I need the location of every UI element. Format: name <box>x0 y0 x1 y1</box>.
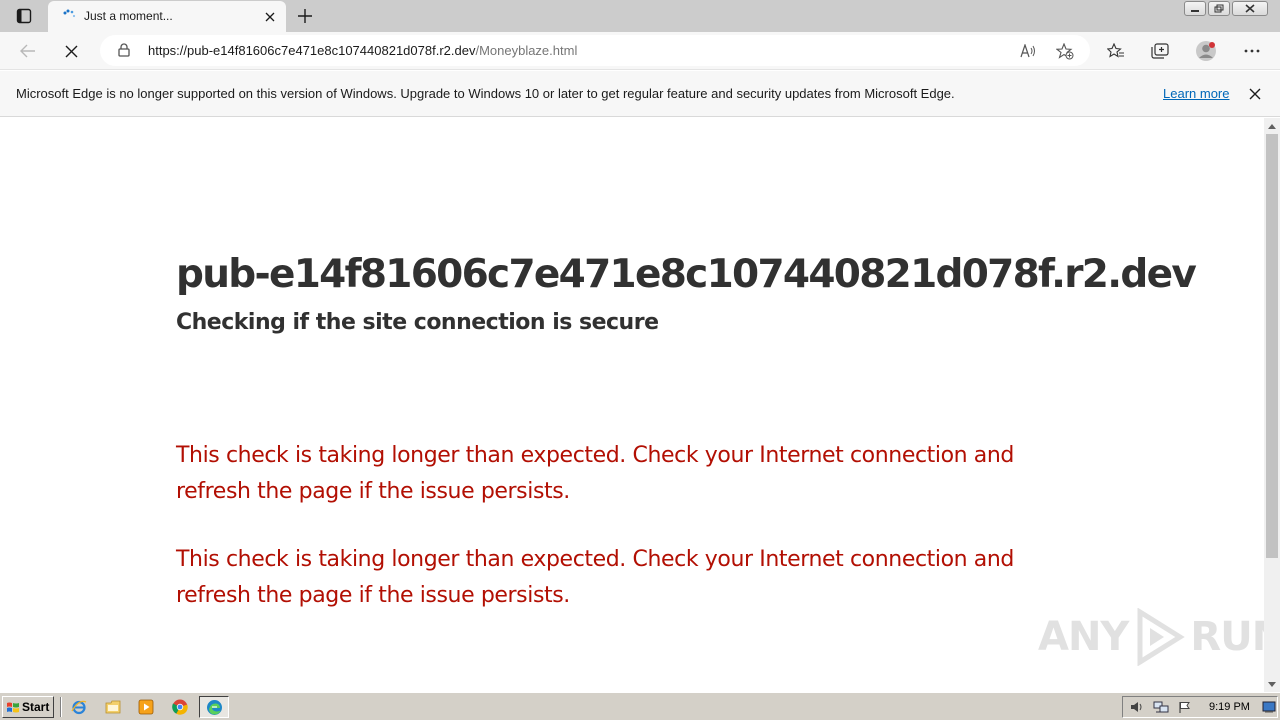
speaker-icon <box>1131 702 1142 712</box>
edge-icon <box>206 699 222 715</box>
more-dots-icon <box>1244 49 1260 53</box>
media-player-icon <box>138 699 154 715</box>
tab-strip: Just a moment... <box>0 0 1280 32</box>
tray-network[interactable] <box>1153 700 1169 714</box>
profile-button[interactable] <box>1191 37 1221 65</box>
internet-explorer-icon <box>71 700 87 715</box>
browser-toolbar: https://pub-e14f81606c7e471e8c107440821d… <box>0 32 1280 70</box>
anyrun-watermark: ANY RUN <box>1038 608 1280 666</box>
tray-volume[interactable] <box>1129 700 1145 714</box>
vertical-scrollbar[interactable] <box>1264 118 1280 692</box>
minimize-icon <box>1191 9 1199 12</box>
url-path: /Moneyblaze.html <box>475 43 578 58</box>
url-text[interactable]: https://pub-e14f81606c7e471e8c107440821d… <box>148 43 577 58</box>
window-controls <box>1184 1 1268 17</box>
window-close-button[interactable] <box>1232 1 1268 16</box>
close-icon <box>265 12 275 22</box>
taskbar-chrome[interactable] <box>169 697 191 717</box>
infobar-message: Microsoft Edge is no longer supported on… <box>16 86 955 101</box>
show-desktop-button[interactable] <box>1261 700 1277 714</box>
taskbar-edge-active[interactable] <box>199 696 229 718</box>
tab-title: Just a moment... <box>84 9 173 23</box>
scroll-up-button[interactable] <box>1264 118 1280 134</box>
network-icon <box>1153 701 1169 712</box>
watermark-text-left: ANY <box>1038 614 1129 660</box>
tab-actions-button[interactable] <box>8 4 40 28</box>
url-host: https://pub-e14f81606c7e471e8c107440821d… <box>148 43 476 58</box>
folder-icon <box>105 700 121 714</box>
scrollbar-thumb[interactable] <box>1266 134 1278 558</box>
taskbar-media-player[interactable] <box>135 697 157 717</box>
taskbar-separator <box>60 697 62 717</box>
windows-logo-icon <box>7 702 19 712</box>
settings-more-button[interactable] <box>1237 37 1267 65</box>
infobar-close-button[interactable] <box>1246 85 1264 103</box>
read-aloud-icon <box>1020 44 1035 58</box>
scroll-up-arrow-icon <box>1268 123 1276 129</box>
show-desktop-icon <box>1262 701 1276 713</box>
new-tab-button[interactable] <box>292 4 318 28</box>
close-icon <box>1249 88 1261 100</box>
minimize-button[interactable] <box>1184 1 1206 16</box>
scroll-down-button[interactable] <box>1264 676 1280 692</box>
page-subtitle: Checking if the site connection is secur… <box>176 310 659 335</box>
taskbar-clock[interactable]: 9:19 PM <box>1209 701 1250 713</box>
tab-actions-icon <box>16 8 32 24</box>
start-button[interactable]: Start <box>2 696 54 718</box>
address-bar[interactable]: https://pub-e14f81606c7e471e8c107440821d… <box>100 35 1090 66</box>
back-button[interactable] <box>13 37 43 65</box>
active-tab[interactable]: Just a moment... <box>48 1 286 32</box>
restore-button[interactable] <box>1208 1 1230 16</box>
favorites-icon <box>1107 43 1124 58</box>
loading-spinner-icon <box>63 9 76 18</box>
taskbar-file-explorer[interactable] <box>102 697 124 717</box>
flag-icon <box>1179 701 1190 713</box>
read-aloud-button[interactable] <box>1018 41 1040 61</box>
back-arrow-icon <box>20 44 35 58</box>
start-label: Start <box>22 700 50 714</box>
system-tray: 9:19 PM <box>1122 696 1278 718</box>
error-message: This check is taking longer than expecte… <box>176 547 1014 608</box>
page-title: pub-e14f81606c7e471e8c107440821d078f.r2.… <box>176 252 1197 297</box>
stop-icon <box>65 45 77 57</box>
unsupported-os-infobar: Microsoft Edge is no longer supported on… <box>0 71 1280 117</box>
windows-taskbar: Start 9:19 PM <box>0 692 1280 720</box>
scroll-down-arrow-icon <box>1268 681 1276 687</box>
favorites-button[interactable] <box>1101 37 1131 65</box>
play-logo-icon <box>1137 608 1186 666</box>
restore-icon <box>1214 4 1224 13</box>
avatar-icon <box>1196 41 1216 61</box>
tab-close-button[interactable] <box>262 9 278 25</box>
lock-icon <box>118 43 130 57</box>
error-message: This check is taking longer than expecte… <box>176 443 1014 504</box>
add-favorite-button[interactable] <box>1054 41 1076 61</box>
learn-more-link[interactable]: Learn more <box>1163 86 1229 101</box>
chrome-icon <box>172 699 188 715</box>
close-icon <box>1245 4 1255 13</box>
collections-button[interactable] <box>1145 37 1175 65</box>
tray-action-center[interactable] <box>1177 700 1193 714</box>
plus-icon <box>298 9 312 23</box>
star-add-icon <box>1056 42 1074 59</box>
page-content: pub-e14f81606c7e471e8c107440821d078f.r2.… <box>0 118 1280 692</box>
collections-icon <box>1151 43 1169 59</box>
taskbar-internet-explorer[interactable] <box>68 697 90 717</box>
stop-loading-button[interactable] <box>56 37 86 65</box>
